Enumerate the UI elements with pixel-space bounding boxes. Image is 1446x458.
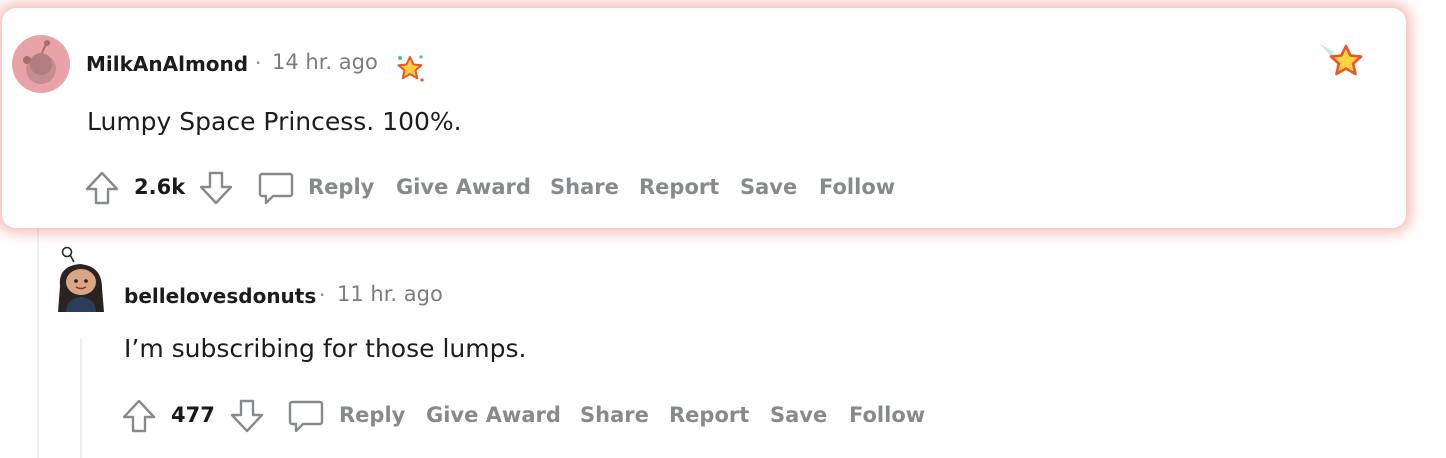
meta-separator: · [319, 283, 326, 307]
vote-count: 477 [171, 403, 215, 427]
downvote-icon[interactable] [229, 398, 265, 434]
comment-body: Lumpy Space Princess. 100%. [87, 107, 462, 136]
featured-star-icon [1319, 43, 1363, 76]
give-award-button[interactable]: Give Award [426, 403, 561, 427]
save-button[interactable]: Save [740, 175, 797, 199]
upvote-icon[interactable] [121, 398, 157, 434]
share-button[interactable]: Share [550, 175, 619, 199]
comment-timestamp[interactable]: 11 hr. ago [337, 282, 443, 306]
thread-line-reply[interactable] [80, 338, 82, 458]
downvote-icon[interactable] [198, 170, 234, 206]
save-button[interactable]: Save [770, 403, 827, 427]
share-button[interactable]: Share [580, 403, 649, 427]
vote-count: 2.6k [134, 175, 186, 199]
avatar[interactable] [12, 35, 70, 93]
give-award-button[interactable]: Give Award [396, 175, 531, 199]
follow-button[interactable]: Follow [849, 403, 925, 427]
meta-separator: · [255, 51, 262, 75]
comment-author[interactable]: MilkAnAlmond [86, 52, 248, 76]
upvote-icon[interactable] [84, 170, 120, 206]
avatar[interactable] [52, 246, 110, 322]
report-button[interactable]: Report [669, 403, 749, 427]
award-icon[interactable] [394, 52, 426, 84]
follow-button[interactable]: Follow [819, 175, 895, 199]
report-button[interactable]: Report [639, 175, 719, 199]
comment-author[interactable]: bellelovesdonuts [124, 284, 316, 308]
reply-button[interactable]: Reply [308, 175, 374, 199]
reply-button[interactable]: Reply [339, 403, 405, 427]
comment-bubble-icon[interactable] [256, 168, 296, 208]
comment-body: I’m subscribing for those lumps. [124, 334, 527, 363]
comment-timestamp[interactable]: 14 hr. ago [272, 50, 378, 74]
highlighted-comment: MilkAnAlmond · 14 hr. ago Lumpy Space Pr… [2, 8, 1406, 228]
comment-bubble-icon[interactable] [286, 396, 326, 436]
